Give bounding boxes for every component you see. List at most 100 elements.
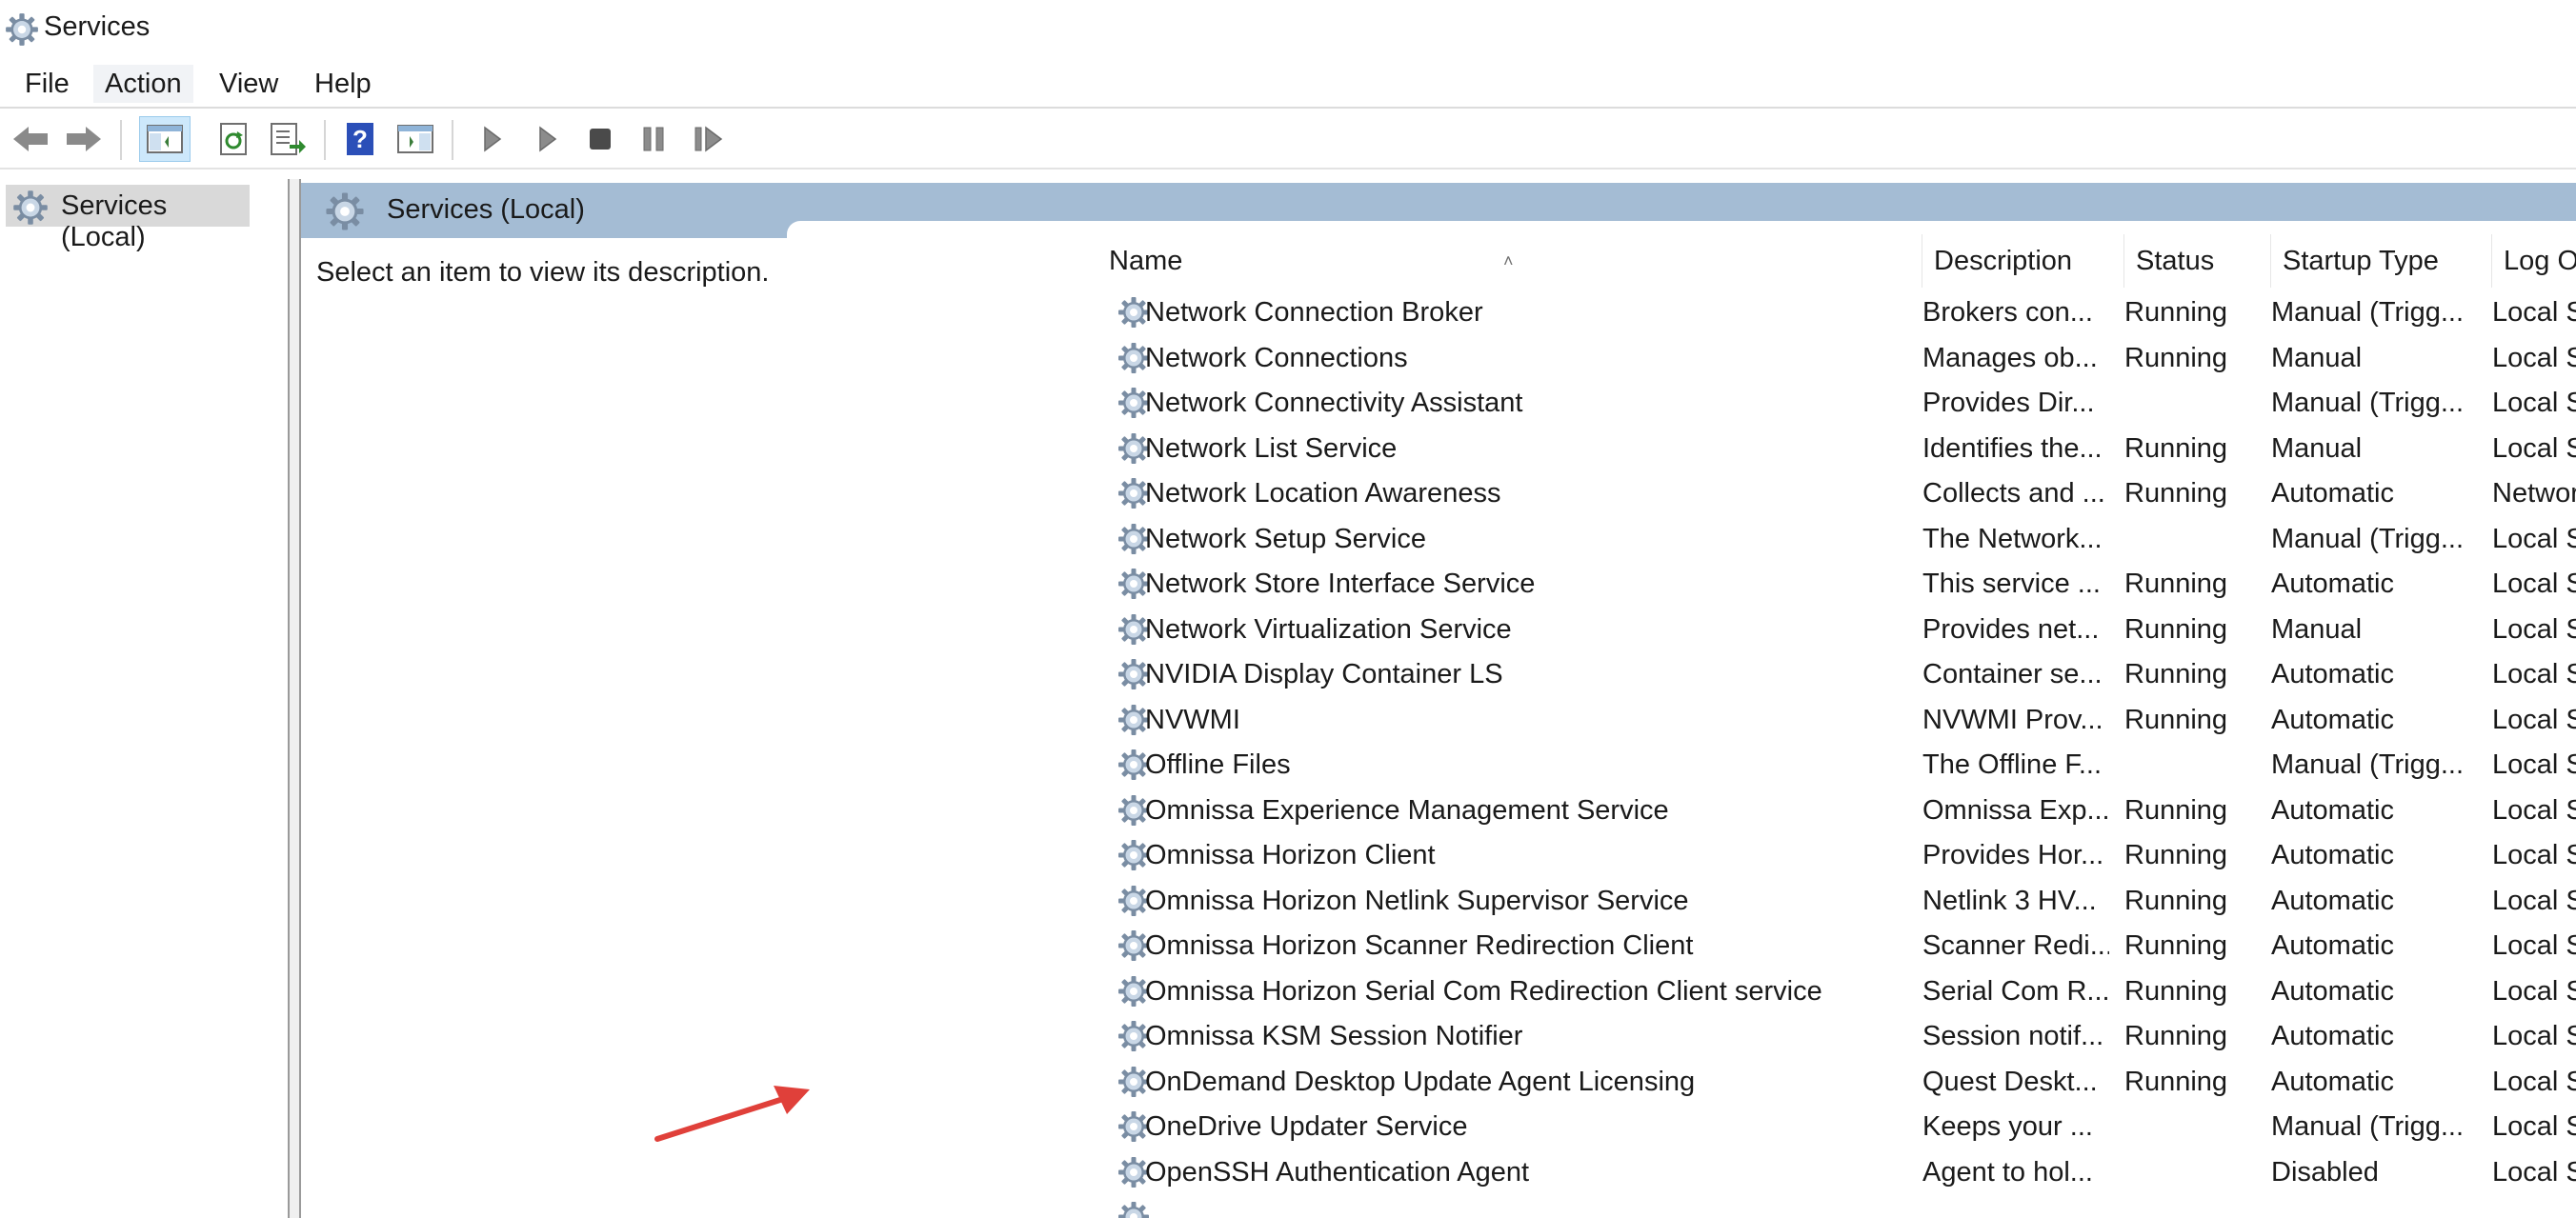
service-name: Omnissa Horizon Netlink Supervisor Servi… <box>1145 885 1689 916</box>
service-name: Network Virtualization Service <box>1145 613 1512 645</box>
service-row[interactable]: Network Connectivity Assistant Provides D… <box>1097 380 2576 426</box>
service-row[interactable]: Omnissa KSM Session Notifier Session noti… <box>1097 1013 2576 1059</box>
service-log-on-as: Network Se... <box>2492 478 2576 509</box>
stop-icon <box>590 129 611 150</box>
service-row[interactable]: Omnissa Experience Management Service Omn… <box>1097 788 2576 833</box>
service-name: Network Location Awareness <box>1145 478 1501 509</box>
service-description: Agent to hol... <box>1922 1156 2093 1188</box>
service-description: Collects and ... <box>1922 478 2105 509</box>
back-icon <box>13 127 48 151</box>
service-row[interactable] <box>1097 1194 2576 1218</box>
service-log-on-as: Local System <box>2492 659 2576 689</box>
service-log-on-as: Local Service <box>2492 569 2576 599</box>
service-log-on-as: Local System <box>2492 523 2576 554</box>
toolbar: ? <box>0 109 2576 168</box>
service-log-on-as: Local System <box>2492 297 2576 328</box>
back-button[interactable] <box>10 118 51 160</box>
service-status: Running <box>2124 613 2228 645</box>
properties-icon <box>397 125 433 153</box>
service-name: Omnissa KSM Session Notifier <box>1145 1021 1523 1051</box>
stop-service-button[interactable] <box>579 118 621 160</box>
export-list-icon <box>271 123 306 155</box>
service-row[interactable]: Omnissa Horizon Scanner Redirection Clie… <box>1097 923 2576 968</box>
service-gear-icon <box>1117 1200 1151 1218</box>
service-status: Running <box>2124 1021 2228 1051</box>
service-log-on-as: Local System <box>2492 342 2576 373</box>
service-row[interactable]: Omnissa Horizon Client Provides Hor... Run… <box>1097 832 2576 878</box>
service-description: Provides net... <box>1922 613 2100 645</box>
forward-button[interactable] <box>63 118 105 160</box>
properties-button[interactable] <box>394 118 436 160</box>
service-status: Running <box>2124 478 2228 509</box>
service-row[interactable]: Network List Service Identifies the... Run… <box>1097 426 2576 471</box>
refresh-icon <box>220 123 247 155</box>
services-gear-icon <box>11 189 50 227</box>
tree-item-services-local[interactable]: Services (Local) <box>6 185 250 252</box>
menu-view[interactable]: View <box>208 65 290 103</box>
service-row[interactable]: OneDrive Updater Service Keeps your ... Ma… <box>1097 1104 2576 1149</box>
service-name: NVIDIA Display Container LS <box>1145 659 1503 689</box>
service-row[interactable]: Network Setup Service The Network... Manua… <box>1097 516 2576 562</box>
tree-item-label: Services (Local) <box>61 190 168 252</box>
export-list-button[interactable] <box>267 118 309 160</box>
column-header-name[interactable]: Name ˄ <box>1097 234 1922 288</box>
start-service-button[interactable] <box>471 118 513 160</box>
service-row[interactable]: Network Virtualization Service Provides n… <box>1097 607 2576 652</box>
service-startup-type: Automatic <box>2271 794 2394 826</box>
service-row[interactable]: NVWMI NVWMI Prov... Running Automatic Local … <box>1097 697 2576 743</box>
service-startup-type: Automatic <box>2271 704 2394 735</box>
service-description: Omnissa Exp... <box>1922 794 2109 826</box>
menu-file[interactable]: File <box>13 65 81 103</box>
service-row[interactable]: Offline Files The Offline F... Manual (Tri… <box>1097 742 2576 788</box>
service-row[interactable]: Network Connection Broker Brokers con... R… <box>1097 290 2576 335</box>
service-name: OnDemand Desktop Update Agent Licensing <box>1145 1066 1696 1097</box>
column-header-startup-type[interactable]: Startup Type <box>2271 234 2492 288</box>
forward-icon <box>67 127 101 151</box>
service-log-on-as: Local System <box>2492 749 2576 780</box>
column-header-log-on-as[interactable]: Log On As <box>2492 234 2576 288</box>
service-name: Network Connectivity Assistant <box>1145 388 1523 418</box>
show-hide-console-tree-button[interactable] <box>139 116 191 162</box>
service-description: Manages ob... <box>1922 342 2098 373</box>
service-name: Network Connections <box>1145 342 1408 373</box>
menu-help[interactable]: Help <box>303 65 383 103</box>
service-startup-type: Automatic <box>2271 1066 2394 1097</box>
service-status: Running <box>2124 432 2228 464</box>
service-startup-type: Disabled <box>2271 1156 2379 1188</box>
service-row[interactable]: NVIDIA Display Container LS Container se.… <box>1097 651 2576 697</box>
service-log-on-as: Local System <box>2492 840 2576 870</box>
service-log-on-as: Local System <box>2492 1066 2576 1097</box>
column-header-description[interactable]: Description <box>1922 234 2124 288</box>
help-button[interactable]: ? <box>339 118 381 160</box>
service-row[interactable]: OpenSSH Authentication Agent Agent to hol… <box>1097 1149 2576 1195</box>
service-log-on-as: Local System <box>2492 388 2576 418</box>
service-startup-type: Automatic <box>2271 930 2394 961</box>
restart-service-button[interactable] <box>688 118 730 160</box>
refresh-button[interactable] <box>213 118 255 160</box>
pane-splitter[interactable] <box>290 179 299 1218</box>
service-row[interactable]: Network Location Awareness Collects and .… <box>1097 470 2576 516</box>
services-list[interactable]: Name ˄ Description Status Startup Type L… <box>1097 234 2576 1218</box>
service-row[interactable]: Omnissa Horizon Serial Com Redirection C… <box>1097 968 2576 1014</box>
service-description: The Offline F... <box>1922 749 2103 780</box>
service-row[interactable]: Network Store Interface Service This serv… <box>1097 561 2576 607</box>
pause-service-button[interactable] <box>633 118 674 160</box>
menu-bar: File Action View Help <box>0 59 2576 107</box>
service-startup-type: Automatic <box>2271 885 2394 916</box>
service-row[interactable]: Network Connections Manages ob... Running M… <box>1097 335 2576 381</box>
service-name: Network Connection Broker <box>1145 297 1483 328</box>
service-name: OpenSSH Authentication Agent <box>1145 1156 1530 1188</box>
console-tree-pane: Services (Local) <box>0 179 290 1218</box>
service-row[interactable]: Omnissa Horizon Netlink Supervisor Servi… <box>1097 878 2576 924</box>
service-name: Offline Files <box>1145 749 1291 780</box>
service-log-on-as: Local System <box>2492 704 2576 735</box>
service-log-on-as: Local System <box>2492 1156 2576 1188</box>
menu-action[interactable]: Action <box>93 65 193 103</box>
service-startup-type: Automatic <box>2271 840 2394 870</box>
service-description: NVWMI Prov... <box>1922 704 2103 735</box>
service-name: Network List Service <box>1145 432 1398 464</box>
column-header-status[interactable]: Status <box>2124 234 2271 288</box>
start-service-alt-button[interactable] <box>526 118 568 160</box>
svg-text:?: ? <box>352 125 368 153</box>
service-row[interactable]: OnDemand Desktop Update Agent Licensing Q… <box>1097 1059 2576 1105</box>
